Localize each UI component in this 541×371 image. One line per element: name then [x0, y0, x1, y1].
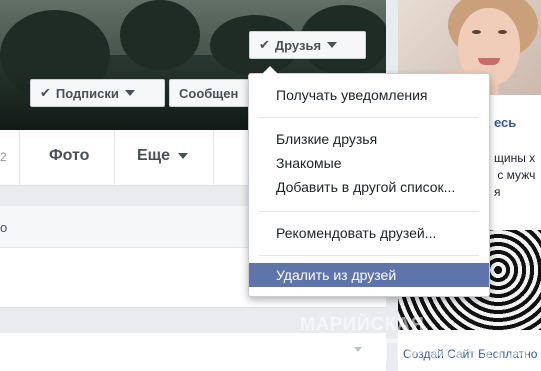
message-button-label: Сообщен — [179, 85, 239, 101]
menu-notch — [262, 66, 278, 74]
friends-dropdown-menu: Получать уведомления Близкие друзья Знак… — [248, 66, 490, 297]
checkmark-icon: ✔ — [259, 37, 270, 52]
tab-more[interactable]: Еще — [137, 147, 189, 165]
chevron-down-icon[interactable] — [354, 347, 362, 352]
message-button[interactable]: Сообщен — [169, 79, 259, 107]
caret-down-icon — [124, 90, 135, 96]
menu-divider — [259, 117, 479, 118]
menu-item-close-friends[interactable]: Близкие друзья — [249, 128, 489, 150]
menu-item-unfriend[interactable]: Удалить из друзей — [249, 263, 489, 287]
menu-divider — [259, 255, 479, 256]
caret-down-icon — [327, 42, 338, 48]
post-card — [0, 333, 386, 371]
menu-item-notifications[interactable]: Получать уведомления — [249, 84, 489, 106]
ad-text: щины х с мужч я — [494, 151, 536, 199]
menu-item-add-to-list[interactable]: Добавить в другой список... — [249, 176, 489, 198]
checkmark-icon: ✔ — [40, 85, 51, 100]
menu-item-suggest-friends[interactable]: Рекомендовать друзей... — [249, 222, 489, 244]
nav-count: 2 — [0, 150, 7, 164]
menu-item-acquaintances[interactable]: Знакомые — [249, 152, 489, 174]
menu-divider — [259, 211, 479, 212]
friends-button[interactable]: ✔ Друзья — [249, 31, 366, 59]
tab-more-label: Еще — [137, 147, 171, 164]
follow-button-label: Подписки — [55, 85, 119, 101]
friends-button-label: Друзья — [274, 37, 322, 53]
watermark-line-2: ПРАВДА — [380, 332, 534, 370]
ad-title[interactable]: есь — [494, 115, 516, 130]
tab-photos[interactable]: Фото — [49, 147, 89, 165]
card-header-label: о — [0, 220, 8, 235]
follow-button[interactable]: ✔ Подписки — [30, 79, 165, 107]
caret-down-icon — [178, 152, 189, 159]
